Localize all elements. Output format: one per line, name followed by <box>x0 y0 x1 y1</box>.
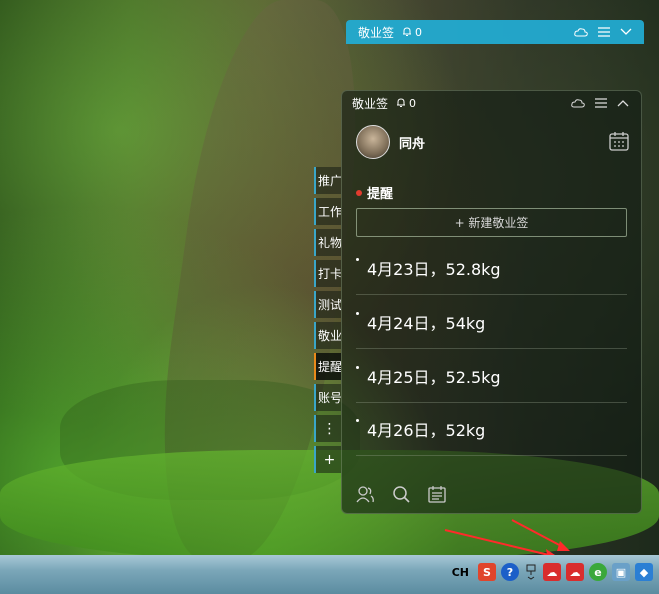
menu-icon[interactable] <box>595 98 607 108</box>
security-icon[interactable]: e <box>589 563 607 581</box>
cloud-sync-icon[interactable] <box>571 98 585 108</box>
bullet <box>356 366 359 369</box>
new-note-button[interactable]: + 新建敬业签 <box>356 208 627 237</box>
tab-item[interactable]: 推广 <box>314 167 341 194</box>
list-item[interactable]: 4月25日，52.5kg <box>356 350 627 403</box>
panel-title: 敬业签 <box>352 96 389 111</box>
alert-dot <box>356 189 362 196</box>
tab-item[interactable]: 工作 <box>314 198 341 225</box>
cloud-app-icon[interactable]: ☁ <box>543 563 561 581</box>
panel-header: 敬业签 0 <box>342 91 641 115</box>
more-tabs-button[interactable]: ⋮ <box>314 415 341 442</box>
tab-item-active[interactable]: 提醒 <box>314 353 341 380</box>
taskbar: CH S ? ☁ ☁ e ▣ ◆ <box>0 555 659 594</box>
display-icon[interactable]: ▣ <box>612 563 630 581</box>
user-info[interactable]: 同舟 <box>356 125 425 159</box>
note-text: 4月26日，52kg <box>367 421 486 440</box>
chevron-up-icon[interactable] <box>617 99 629 107</box>
chevron-down-icon[interactable] <box>620 28 632 36</box>
bell-icon[interactable] <box>396 98 406 108</box>
section-label: 提醒 <box>367 187 394 202</box>
tab-item[interactable]: 测试 <box>314 291 341 318</box>
tab-item[interactable]: 打卡 <box>314 260 341 287</box>
sticky-note-panel: 敬业签 0 同舟 提醒 + 新建敬业签 4月23日，52.8kg 4月24日，5… <box>341 90 642 514</box>
list-item[interactable]: 4月26日，52kg <box>356 403 627 456</box>
language-indicator[interactable]: CH <box>452 566 469 579</box>
calendar-icon[interactable] <box>609 131 629 151</box>
note-text: 4月24日，54kg <box>367 314 486 333</box>
list-item[interactable]: 4月23日，52.8kg <box>356 242 627 295</box>
sogou-ime-icon[interactable]: S <box>478 563 496 581</box>
add-tab-button[interactable]: + <box>314 446 341 473</box>
panel-footer <box>356 485 446 503</box>
help-icon[interactable]: ? <box>501 563 519 581</box>
bullet <box>356 258 359 261</box>
tab-item[interactable]: 敬业 <box>314 322 341 349</box>
reminder-count: 0 <box>409 96 417 110</box>
avatar[interactable] <box>356 125 390 159</box>
note-text: 4月23日，52.8kg <box>367 260 501 279</box>
cloud-app-icon[interactable]: ☁ <box>566 563 584 581</box>
note-text: 4月25日，52.5kg <box>367 368 501 387</box>
menu-icon[interactable] <box>598 27 610 37</box>
section-header-reminder[interactable]: 提醒 <box>356 183 393 202</box>
network-icon[interactable] <box>524 563 538 581</box>
bell-icon[interactable] <box>402 27 412 37</box>
app-tray-icon[interactable]: ◆ <box>635 563 653 581</box>
bullet <box>356 312 359 315</box>
collapsed-note-bar[interactable]: 敬业签 0 <box>346 20 644 44</box>
reminder-count: 0 <box>415 25 423 39</box>
app-title: 敬业签 <box>358 25 395 40</box>
username: 同舟 <box>399 136 426 152</box>
list-item[interactable]: 4月24日，54kg <box>356 296 627 349</box>
search-icon[interactable] <box>392 485 410 503</box>
tab-item[interactable]: 礼物 <box>314 229 341 256</box>
bullet <box>356 419 359 422</box>
system-tray: CH S ? ☁ ☁ e ▣ ◆ <box>452 563 653 581</box>
tab-item[interactable]: 账号 <box>314 384 341 411</box>
contacts-icon[interactable] <box>356 485 374 503</box>
cloud-sync-icon[interactable] <box>574 27 588 37</box>
calendar-list-icon[interactable] <box>428 485 446 503</box>
